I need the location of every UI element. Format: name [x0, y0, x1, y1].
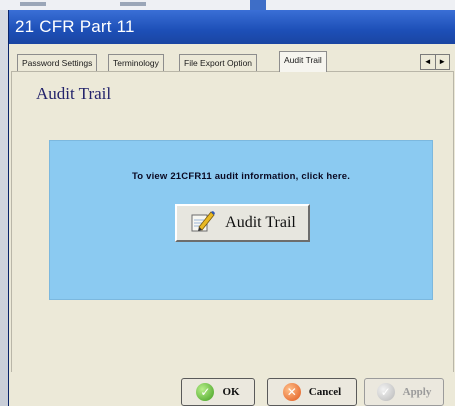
tab-terminology[interactable]: Terminology	[108, 54, 164, 71]
ok-button-label: OK	[222, 386, 240, 398]
background-cell	[120, 2, 146, 6]
audit-info-box: To view 21CFR11 audit information, click…	[49, 140, 433, 300]
panel-title: Audit Trail	[36, 84, 112, 103]
cancel-button-label: Cancel	[308, 386, 342, 398]
cancel-icon: ✕	[282, 383, 301, 401]
cfr-part11-dialog: 21 CFR Part 11 Password Settings Termino…	[8, 10, 455, 406]
check-icon: ✓	[196, 383, 215, 401]
tab-password-settings[interactable]: Password Settings	[17, 54, 98, 71]
dialog-button-bar: ✓ OK ✕ Cancel ✓ Apply	[9, 372, 455, 406]
tab-scroll-control: ◄ ►	[420, 54, 450, 70]
tab-strip: Password Settings Terminology File Expor…	[11, 50, 455, 72]
dialog-title: 21 CFR Part 11	[15, 17, 135, 36]
tab-scroll-right-icon[interactable]: ►	[436, 55, 450, 69]
background-cell	[20, 2, 46, 6]
apply-check-icon: ✓	[376, 383, 395, 401]
audit-trail-button-label: Audit Trail	[225, 214, 296, 231]
tab-file-export-option[interactable]: File Export Option	[179, 54, 258, 71]
audit-trail-panel: Audit Trail To view 21CFR11 audit inform…	[11, 71, 454, 373]
tab-audit-trail[interactable]: Audit Trail	[279, 51, 327, 72]
ok-button[interactable]: ✓ OK	[181, 378, 255, 406]
cancel-button[interactable]: ✕ Cancel	[267, 378, 357, 406]
apply-button-label: Apply	[402, 386, 432, 398]
background-app-top	[0, 0, 455, 10]
audit-info-text: To view 21CFR11 audit information, click…	[131, 171, 351, 182]
pen-notepad-icon	[189, 208, 216, 239]
apply-button[interactable]: ✓ Apply	[364, 378, 444, 406]
audit-trail-button[interactable]: Audit Trail	[175, 204, 310, 242]
background-scrollbar	[250, 0, 266, 10]
tab-scroll-left-icon[interactable]: ◄	[421, 55, 436, 69]
dialog-titlebar[interactable]: 21 CFR Part 11	[9, 10, 455, 44]
